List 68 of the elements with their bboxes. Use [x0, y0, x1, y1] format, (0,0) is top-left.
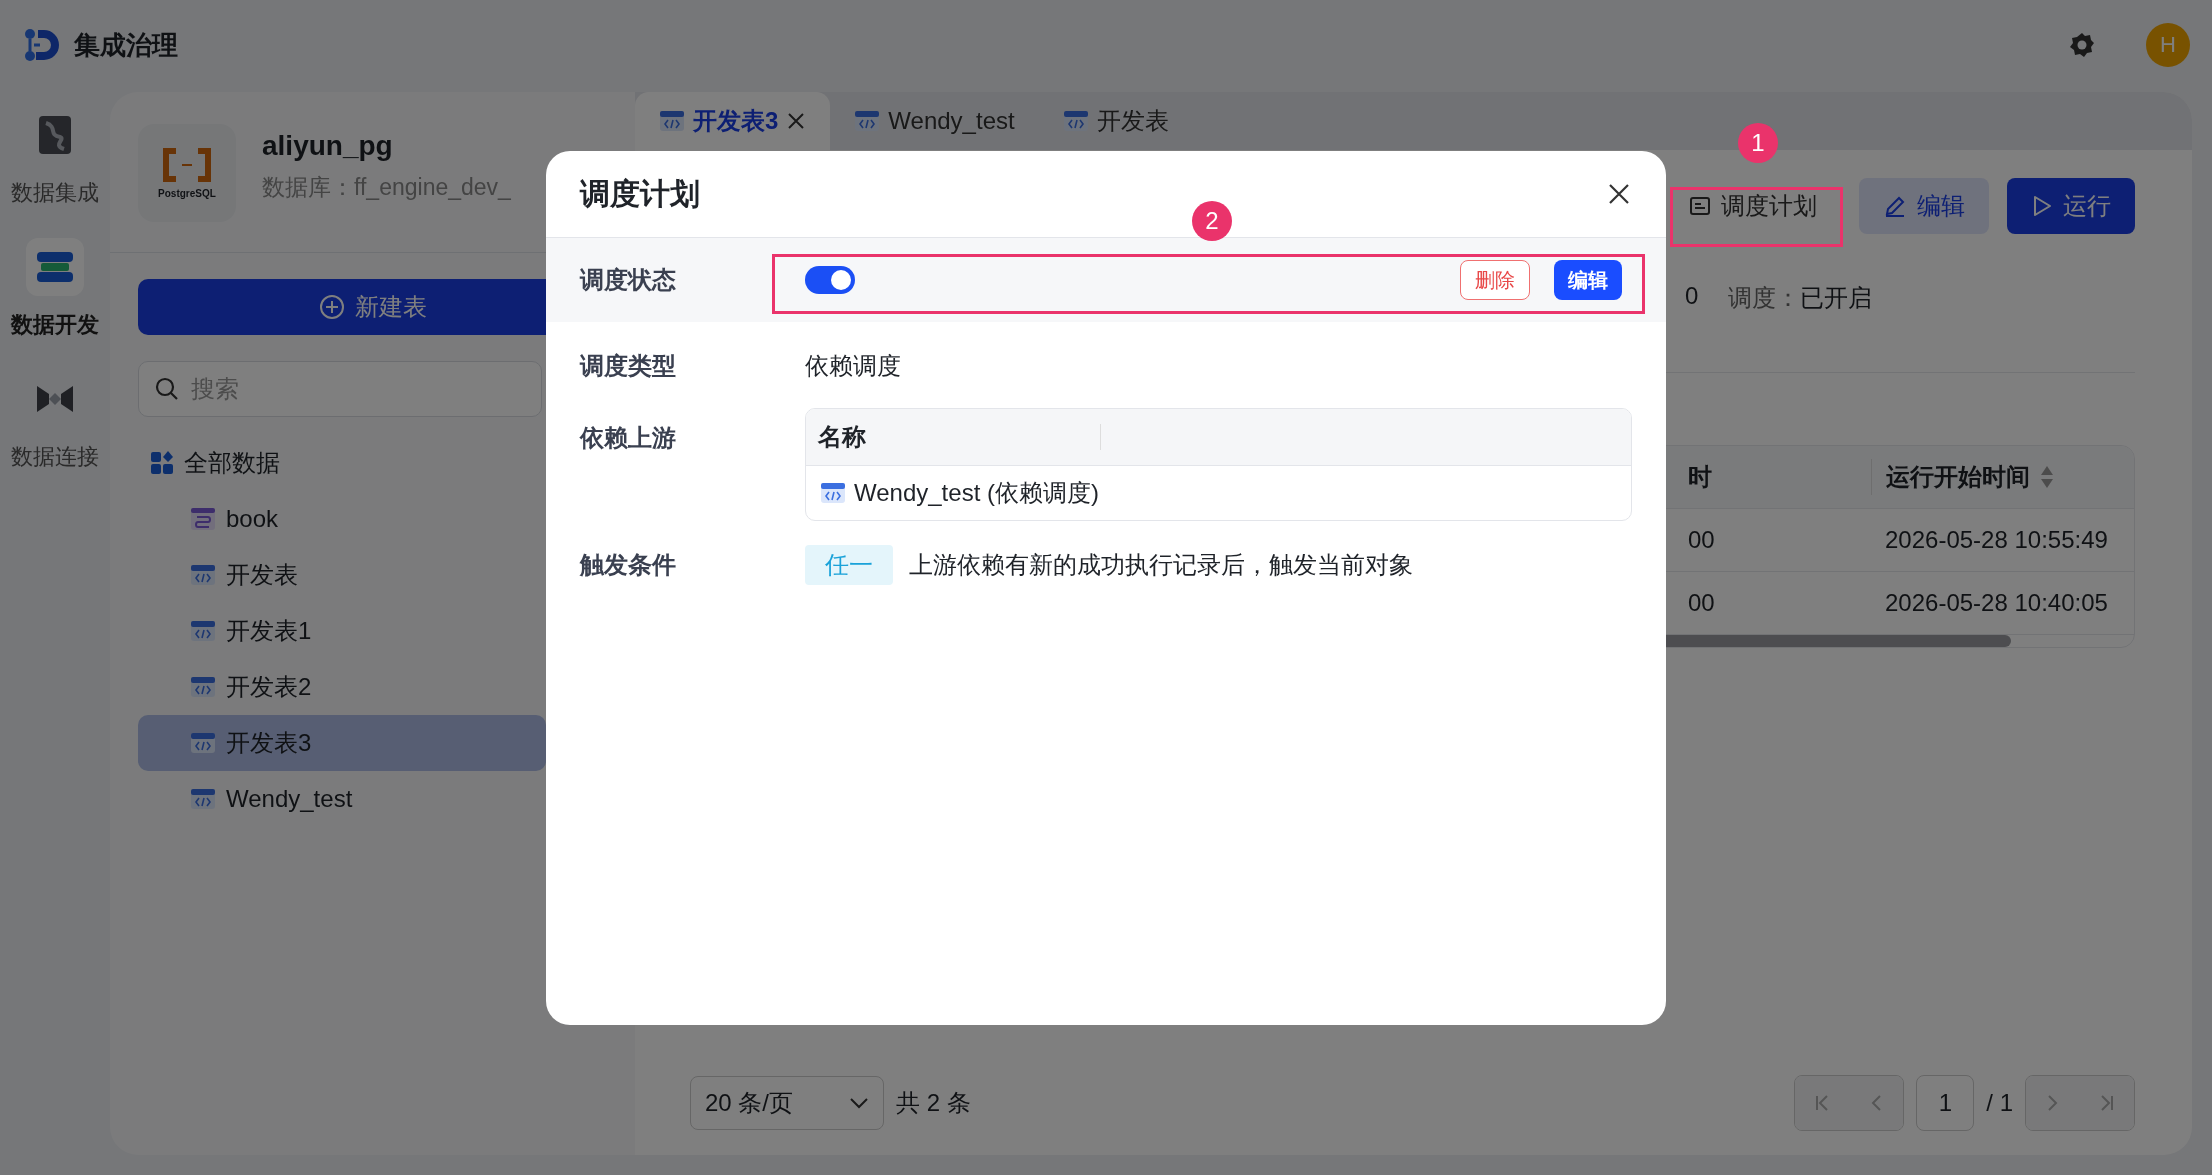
chevron-down-icon [849, 1097, 869, 1109]
tree-item[interactable]: 开发表1 [138, 603, 546, 659]
code-file-icon [190, 676, 216, 698]
code-file-icon [190, 564, 216, 586]
calendar-icon [1689, 195, 1711, 217]
tree-item[interactable]: 开发表2 [138, 659, 546, 715]
table-cell: 2026-05-28 10:40:05 [1885, 589, 2108, 617]
database-name: 数据库：ff_engine_dev_ [262, 173, 511, 202]
app-title: 集成治理 [74, 28, 178, 62]
field-label: 依赖上游 [580, 423, 677, 453]
nav-item[interactable]: 数据集成 [11, 106, 99, 208]
nav-item[interactable]: 数据连接 [11, 370, 99, 472]
table-cell: 2026-05-28 10:55:49 [1885, 526, 2108, 554]
page-count: / 1 [1986, 1089, 2013, 1117]
tree-item[interactable]: 开发表3 [138, 715, 546, 771]
plus-icon [318, 294, 345, 320]
page-input[interactable]: 1 [1916, 1075, 1975, 1131]
toolbar-button[interactable]: 编辑 [1859, 178, 1989, 234]
schedule-status: 调度：已开启 [1728, 283, 1873, 313]
code-file-icon [820, 482, 846, 504]
table-icon [190, 507, 216, 531]
column-header: 运行开始时间 [1886, 462, 2030, 492]
dialog-title: 调度计划 [580, 175, 700, 212]
settings-icon[interactable] [2068, 31, 2096, 59]
page-size-select[interactable]: 20 条/页 [690, 1076, 884, 1130]
column-header: 时 [1688, 463, 1712, 490]
field-label: 触发条件 [580, 550, 677, 580]
code-file-icon [659, 110, 685, 132]
table-cell-text: Wendy_test (依赖调度) [854, 478, 1099, 508]
code-file-icon [190, 620, 216, 642]
tree-item[interactable]: 开发表 [138, 547, 546, 603]
delete-button[interactable]: 删除 [1460, 260, 1530, 300]
datasource-name: aliyun_pg [262, 130, 394, 162]
postgresql-logo: PostgreSQL [138, 124, 236, 222]
tab[interactable]: Wendy_test [830, 92, 1039, 150]
tree-root-label[interactable]: 全部数据 [184, 447, 280, 479]
code-file-icon [190, 732, 216, 754]
code-file-icon [1062, 110, 1089, 132]
field-label: 调度类型 [580, 351, 677, 381]
tree-item[interactable]: book [138, 491, 546, 547]
edit-button[interactable]: 编辑 [1554, 260, 1622, 300]
chevron-right-icon [2047, 1094, 2059, 1112]
code-file-icon [190, 788, 216, 810]
logo-icon [22, 26, 60, 64]
first-page-icon [1814, 1094, 1831, 1112]
tab[interactable]: 开发表 [1038, 92, 1193, 150]
column-header: 名称 [818, 422, 866, 452]
schedule-type: 依赖调度 [805, 351, 902, 381]
trigger-description: 上游依赖有新的成功执行记录后，触发当前对象 [909, 550, 1413, 580]
total-count: 共 2 条 [896, 1088, 971, 1118]
tab[interactable]: 开发表3 [635, 92, 831, 150]
chevron-left-icon [1870, 1094, 1883, 1112]
play-icon [2031, 194, 2053, 218]
nav-item[interactable]: 数据开发 [11, 238, 99, 340]
server-icon [35, 250, 75, 284]
search-icon [154, 376, 180, 402]
close-icon[interactable] [786, 111, 807, 131]
status-toggle[interactable] [805, 266, 855, 294]
tree-item[interactable]: Wendy_test [138, 771, 546, 827]
last-page-icon [2099, 1094, 2115, 1112]
table-cell: 00 [1688, 589, 1715, 616]
grid-icon [150, 451, 174, 475]
condition-tag: 任一 [805, 545, 893, 585]
table-cell: 00 [1688, 526, 1715, 553]
toolbar-button[interactable]: 运行 [2007, 178, 2135, 234]
pencil-icon [1883, 194, 1907, 218]
info-value: 0 [1685, 282, 1699, 311]
code-file-icon [854, 110, 881, 132]
